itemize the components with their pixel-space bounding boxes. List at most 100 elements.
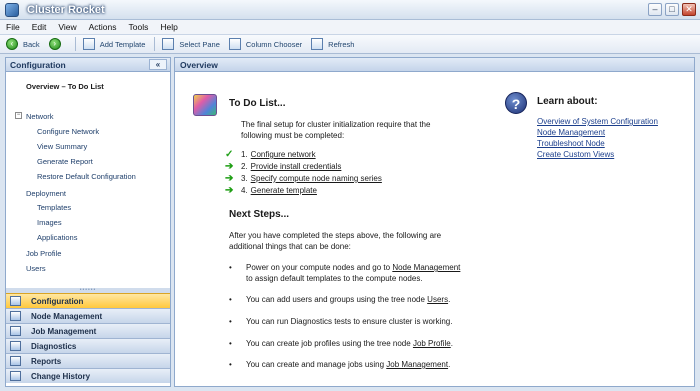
- tree-item-configure-network[interactable]: Configure Network: [37, 127, 99, 136]
- back-label: Back: [23, 39, 40, 49]
- overview-header: Overview: [175, 58, 694, 72]
- step-text-end: .: [448, 295, 451, 304]
- tree-item-restore-default[interactable]: Restore Default Configuration: [37, 172, 136, 181]
- arrow-right-icon: ➔: [225, 161, 234, 172]
- step-text: You can create job profiles using the tr…: [246, 339, 413, 348]
- job-management-link[interactable]: Job Management: [386, 360, 448, 369]
- close-button[interactable]: ✕: [682, 3, 696, 16]
- todo-link-generate-template[interactable]: Generate template: [251, 185, 317, 196]
- menu-actions[interactable]: Actions: [89, 22, 117, 32]
- nav-label: Reports: [31, 356, 62, 366]
- step-text-end: .: [450, 339, 453, 348]
- menu-view[interactable]: View: [58, 22, 76, 32]
- maximize-button[interactable]: □: [665, 3, 679, 16]
- pane-header: Configuration «: [6, 58, 170, 72]
- diagnostics-icon: [10, 341, 21, 351]
- job-management-icon: [10, 326, 21, 336]
- tree-item-view-summary[interactable]: View Summary: [37, 142, 87, 151]
- todo-item: ➔ 3. Specify compute node naming series: [225, 173, 382, 184]
- step-text: Power on your compute nodes and go to: [246, 263, 393, 272]
- bullet: •: [229, 263, 232, 272]
- node-management-link[interactable]: Node Management: [392, 263, 460, 272]
- columns-icon: [228, 38, 241, 50]
- nav-reports[interactable]: Reports: [6, 353, 170, 368]
- step-item: • Power on your compute nodes and go to N…: [229, 262, 460, 273]
- learn-link-node-management[interactable]: Node Management: [537, 127, 605, 138]
- navigation-tree: Overview – To Do List − Network Configur…: [6, 72, 170, 292]
- select-pane-button[interactable]: Select Pane: [162, 38, 220, 50]
- todo-link-install-credentials[interactable]: Provide install credentials: [251, 161, 342, 172]
- bullet: •: [229, 360, 232, 369]
- tree-item-users[interactable]: Users: [26, 264, 46, 273]
- step-text: You can add users and groups using the t…: [246, 295, 428, 304]
- template-icon: [82, 38, 95, 50]
- column-chooser-label: Column Chooser: [245, 39, 303, 49]
- step-text-continued: to assign default templates to the compu…: [246, 274, 423, 283]
- menu-edit[interactable]: Edit: [32, 22, 47, 32]
- todo-link-naming-series[interactable]: Specify compute node naming series: [251, 173, 382, 184]
- select-pane-label: Select Pane: [179, 39, 220, 49]
- todo-item: ✓ 1. Configure network: [225, 149, 316, 160]
- tree-item-overview[interactable]: Overview – To Do List: [26, 82, 104, 91]
- todo-title: To Do List...: [229, 98, 286, 109]
- collapse-pane-button[interactable]: «: [149, 59, 167, 70]
- bullet: •: [229, 295, 232, 304]
- todo-number: 1.: [241, 150, 248, 159]
- tree-collapse-toggle[interactable]: −: [15, 112, 22, 119]
- learn-link-custom-views[interactable]: Create Custom Views: [537, 149, 614, 160]
- nav-job-management[interactable]: Job Management: [6, 323, 170, 338]
- configuration-pane: Configuration « Overview – To Do List − …: [5, 57, 171, 387]
- step-item: • You can create job profiles using the t…: [229, 338, 453, 349]
- toolbar: ‹ Back › Add Template Select Pane Column…: [0, 34, 700, 54]
- step-item: • You can create and manage jobs using Jo…: [229, 359, 450, 370]
- tree-item-applications[interactable]: Applications: [37, 233, 77, 242]
- window-controls: – □ ✕: [648, 3, 696, 16]
- step-item: • You can run Diagnostics tests to ensure…: [229, 316, 452, 327]
- users-link[interactable]: Users: [427, 295, 448, 304]
- tree-item-images[interactable]: Images: [37, 218, 62, 227]
- nav-label: Node Management: [31, 311, 103, 321]
- nav-diagnostics[interactable]: Diagnostics: [6, 338, 170, 353]
- nav-label: Change History: [31, 371, 91, 381]
- step-text: You can create and manage jobs using: [246, 360, 387, 369]
- learn-about-title: Learn about:: [537, 96, 598, 107]
- tree-item-network[interactable]: Network: [26, 112, 54, 121]
- refresh-label: Refresh: [328, 39, 355, 49]
- job-profile-link[interactable]: Job Profile: [413, 339, 451, 348]
- menu-tools[interactable]: Tools: [129, 22, 149, 32]
- learn-link-system-configuration[interactable]: Overview of System Configuration: [537, 116, 658, 127]
- tree-item-templates[interactable]: Templates: [37, 203, 71, 212]
- reports-icon: [10, 356, 21, 366]
- menu-help[interactable]: Help: [160, 22, 177, 32]
- tree-item-generate-report[interactable]: Generate Report: [37, 157, 93, 166]
- minimize-button[interactable]: –: [648, 3, 662, 16]
- configuration-icon: [10, 296, 21, 306]
- toolbar-separator: [74, 37, 76, 51]
- todo-item: ➔ 4. Generate template: [225, 185, 317, 196]
- menu-file[interactable]: File: [6, 22, 20, 32]
- arrow-right-icon: ➔: [225, 185, 234, 196]
- app-icon: [5, 3, 19, 17]
- column-chooser-button[interactable]: Column Chooser: [228, 38, 303, 50]
- todo-link-configure-network[interactable]: Configure network: [251, 149, 316, 160]
- add-template-button[interactable]: Add Template: [82, 38, 145, 50]
- todo-number: 2.: [241, 162, 248, 171]
- forward-button[interactable]: ›: [48, 38, 66, 50]
- todo-number: 4.: [241, 186, 248, 195]
- step-text-end: .: [448, 360, 451, 369]
- nav-change-history[interactable]: Change History: [6, 368, 170, 383]
- back-button[interactable]: ‹ Back: [6, 38, 40, 50]
- nav-configuration[interactable]: Configuration: [6, 293, 170, 308]
- change-history-icon: [10, 371, 21, 381]
- menu-bar: File Edit View Actions Tools Help: [0, 20, 700, 34]
- learn-link-troubleshoot-node[interactable]: Troubleshoot Node: [537, 138, 605, 149]
- nav-node-management[interactable]: Node Management: [6, 308, 170, 323]
- refresh-button[interactable]: Refresh: [311, 38, 354, 50]
- tree-item-job-profile[interactable]: Job Profile: [26, 249, 61, 258]
- node-management-icon: [10, 311, 21, 321]
- step-text: You can run Diagnostics tests to ensure …: [246, 317, 453, 326]
- nav-label: Job Management: [31, 326, 97, 336]
- overview-pane: Overview To Do List... The final setup f…: [174, 57, 695, 387]
- step-item: • You can add users and groups using the …: [229, 294, 450, 305]
- tree-item-deployment[interactable]: Deployment: [26, 189, 66, 198]
